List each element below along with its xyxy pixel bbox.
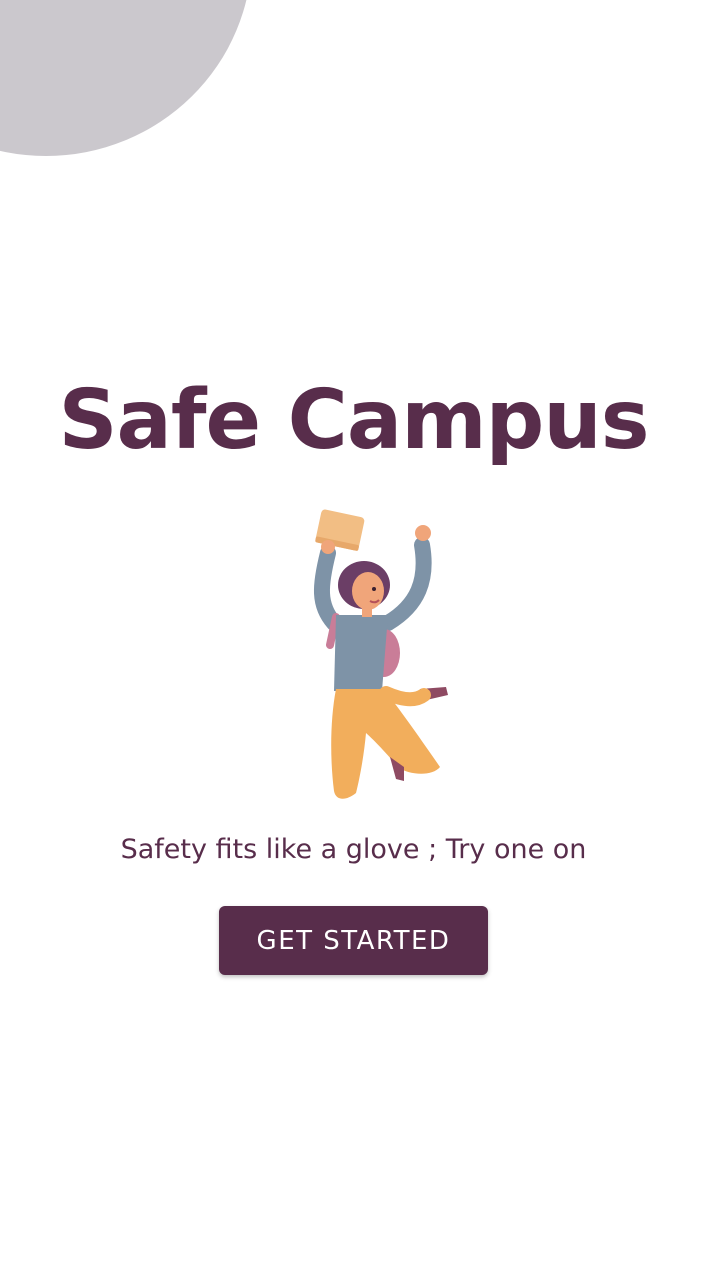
jumping-student-illustration <box>300 505 460 805</box>
tagline: Safety fits like a glove ; Try one on <box>120 834 587 865</box>
welcome-screen: Safe Campus Safety fits like a glove ; T… <box>0 0 707 1280</box>
app-title: Safe Campus <box>58 373 649 468</box>
corner-decoration <box>0 0 252 156</box>
get-started-button[interactable]: GET STARTED <box>219 906 488 975</box>
